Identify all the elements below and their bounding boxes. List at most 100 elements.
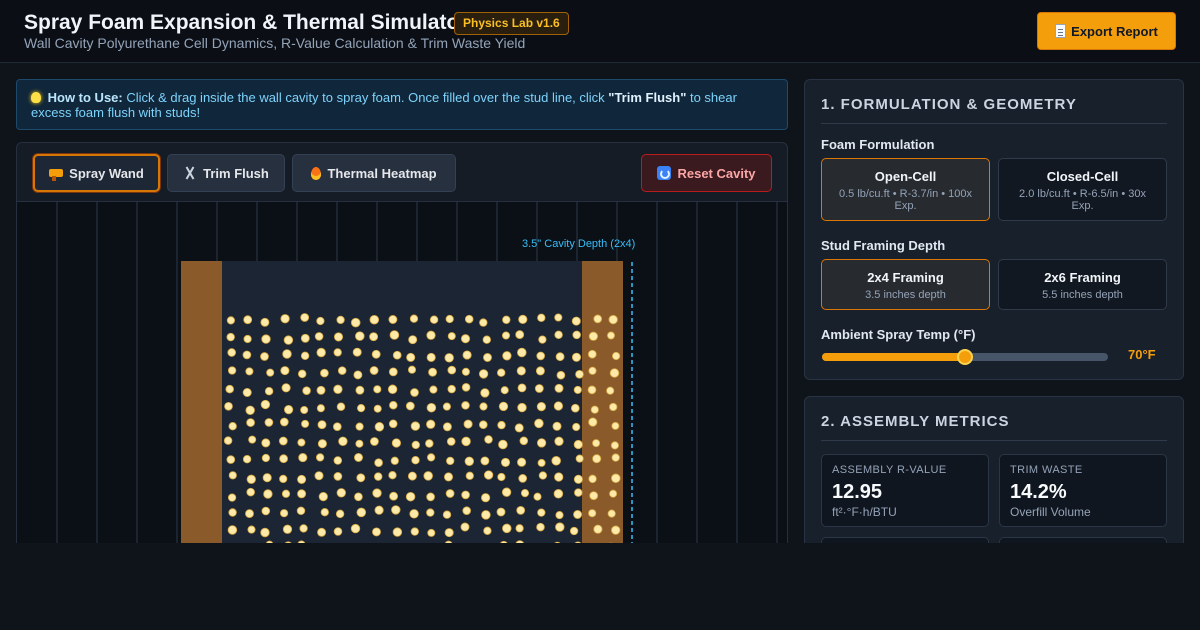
foam-cell — [409, 509, 419, 519]
foam-cell — [426, 453, 436, 462]
foam-cell — [606, 386, 615, 395]
foam-cell — [572, 330, 581, 340]
foam-cell — [573, 385, 582, 394]
cavity-depth-label: 3.5" Cavity Depth (2x4) — [522, 238, 635, 250]
foam-cell — [336, 402, 346, 411]
foam-cell — [302, 386, 311, 395]
foam-cell — [534, 384, 544, 393]
trim-flush-button[interactable]: Trim Flush — [167, 154, 285, 192]
foam-cell — [333, 384, 343, 394]
wall-cavity-canvas[interactable]: 3.5" Cavity Depth (2x4) — [17, 201, 787, 562]
foam-cell — [318, 492, 328, 502]
foam-cell — [500, 457, 511, 467]
document-icon — [1055, 24, 1067, 38]
formulation-title: 1. FORMULATION & GEOMETRY — [821, 96, 1167, 124]
foam-cell — [280, 366, 290, 376]
foam-cell — [352, 347, 362, 357]
foam-cell — [372, 488, 382, 498]
closed-cell-option[interactable]: Closed-Cell 2.0 lb/cu.ft • R-6.5/in • 30… — [998, 158, 1167, 221]
foam-cell — [410, 421, 421, 431]
foam-cell — [460, 522, 470, 532]
option-desc: 3.5 inches depth — [865, 289, 946, 301]
foam-cell — [245, 405, 255, 416]
slider-thumb[interactable] — [957, 349, 973, 365]
foam-cell — [410, 388, 419, 397]
foam-cell — [609, 402, 618, 412]
export-report-label: Export Report — [1071, 23, 1158, 39]
foam-cell — [426, 352, 436, 362]
foam-cell — [279, 509, 289, 518]
cavity-svg[interactable]: 3.5" Cavity Depth (2x4) — [17, 202, 787, 562]
foam-cell — [227, 493, 237, 502]
foam-cell — [301, 419, 310, 428]
foam-cell — [555, 352, 565, 362]
foam-cell — [587, 385, 597, 395]
foam-cell — [464, 314, 474, 324]
foam-cell — [588, 417, 598, 427]
foam-cell — [484, 435, 493, 444]
r-value-metric: ASSEMBLY R-VALUE 12.95 ft²·°F·h/BTU — [821, 454, 989, 527]
foam-cell — [498, 439, 508, 450]
foam-cell — [461, 383, 471, 392]
foam-cell — [300, 351, 310, 361]
foam-cell — [497, 472, 506, 482]
foam-cell — [260, 352, 269, 361]
export-report-button[interactable]: Export Report — [1037, 12, 1176, 50]
thermal-heatmap-button[interactable]: Thermal Heatmap — [292, 154, 456, 192]
foam-cell — [555, 511, 564, 520]
foam-cell — [554, 383, 564, 393]
foam-cell — [278, 436, 288, 446]
foam-cell — [369, 332, 379, 342]
foam-cell — [571, 352, 582, 362]
foam-cell — [264, 418, 274, 427]
foam-cell — [392, 350, 402, 360]
foam-cell — [355, 439, 364, 448]
foam-cell — [479, 318, 488, 327]
foam-cell — [260, 317, 270, 327]
open-cell-option[interactable]: Open-Cell 0.5 lb/cu.ft • R-3.7/in • 100x… — [821, 158, 990, 221]
foam-cell — [611, 421, 620, 430]
foam-cell — [300, 405, 309, 415]
spray-temp-slider[interactable] — [822, 349, 1108, 365]
foam-cell — [373, 472, 383, 481]
foam-cell — [410, 527, 419, 536]
foam-cell — [369, 366, 379, 375]
foam-cell — [242, 387, 252, 397]
reset-cavity-label: Reset Cavity — [677, 165, 756, 181]
framing-2x4-option[interactable]: 2x4 Framing 3.5 inches depth — [821, 259, 990, 310]
foam-cell — [517, 347, 527, 358]
foam-cell — [592, 439, 601, 448]
option-name: 2x6 Framing — [1044, 270, 1121, 285]
foam-cell — [570, 403, 580, 413]
foam-cell — [356, 507, 367, 518]
foam-cell — [482, 335, 491, 344]
option-name: 2x4 Framing — [867, 270, 944, 285]
foam-cell — [243, 334, 252, 344]
foam-cell — [462, 506, 471, 515]
version-badge: Physics Lab v1.6 — [454, 12, 569, 35]
foam-cell — [514, 423, 524, 433]
foam-cell — [446, 437, 456, 446]
foam-cell — [610, 441, 619, 450]
foam-cell — [350, 523, 361, 534]
foam-cell — [262, 473, 272, 483]
how-to-highlight: "Trim Flush" — [608, 90, 687, 105]
reset-cavity-button[interactable]: Reset Cavity — [641, 154, 772, 192]
foam-cell — [478, 420, 488, 430]
foam-cell — [406, 352, 416, 362]
foam-cell — [554, 330, 563, 340]
foam-cell — [223, 436, 233, 445]
foam-cell — [555, 522, 565, 532]
foam-cell — [571, 316, 581, 326]
spray-wand-label: Spray Wand — [69, 165, 144, 181]
foam-cell — [554, 436, 564, 446]
spray-gun-icon — [49, 169, 64, 181]
spray-wand-button[interactable]: Spray Wand — [33, 154, 160, 192]
foam-cell — [611, 473, 621, 484]
foam-cell — [573, 510, 583, 519]
foam-cell — [607, 331, 616, 340]
framing-2x6-option[interactable]: 2x6 Framing 5.5 inches depth — [998, 259, 1167, 310]
foam-cell — [355, 422, 364, 431]
top-bar: Spray Foam Expansion & Thermal Simulator… — [0, 0, 1200, 63]
foam-cell — [429, 315, 439, 324]
